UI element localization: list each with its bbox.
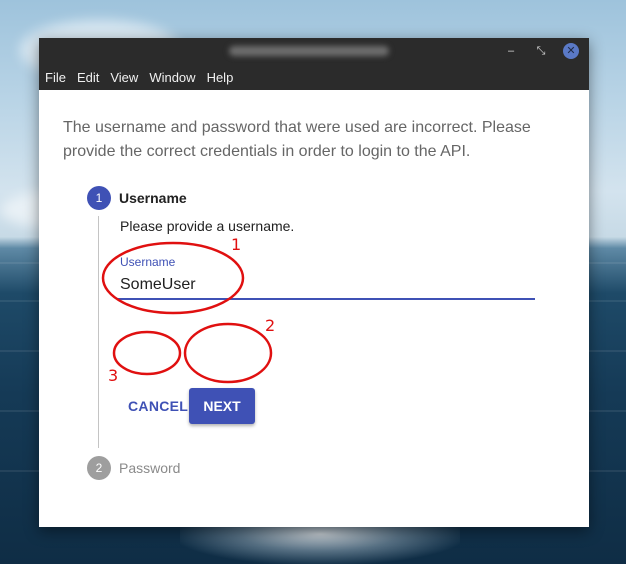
username-input[interactable] <box>117 272 535 300</box>
minimize-icon[interactable]: – <box>503 43 519 59</box>
login-dialog-window: – ⤡ ✕ File Edit View Window Help The use… <box>39 38 589 527</box>
window-controls: – ⤡ ✕ <box>503 43 579 59</box>
annotation-number-3: 3 <box>108 366 119 385</box>
window-title-redacted <box>229 46 389 56</box>
error-message: The username and password that were used… <box>63 119 531 160</box>
next-button[interactable]: NEXT <box>189 388 255 424</box>
step-1-title: Username <box>119 190 187 206</box>
step-1-description: Please provide a username. <box>120 218 295 234</box>
menu-bar: File Edit View Window Help <box>39 65 589 90</box>
menu-view[interactable]: View <box>110 70 138 85</box>
stepper-connector <box>98 216 99 448</box>
menu-file[interactable]: File <box>45 70 66 85</box>
menu-edit[interactable]: Edit <box>77 70 99 85</box>
step-2-number: 2 <box>87 456 111 480</box>
username-field-label: Username <box>120 255 176 269</box>
step-2-title: Password <box>119 460 181 476</box>
annotation-number-2: 2 <box>265 316 276 335</box>
menu-help[interactable]: Help <box>207 70 234 85</box>
close-icon[interactable]: ✕ <box>563 43 579 59</box>
window-titlebar[interactable]: – ⤡ ✕ <box>39 38 589 65</box>
step-1-number: 1 <box>87 186 111 210</box>
annotation-number-1: 1 <box>231 235 242 254</box>
cancel-button[interactable]: CANCEL <box>120 389 196 423</box>
desktop-background: – ⤡ ✕ File Edit View Window Help The use… <box>0 0 626 564</box>
maximize-icon[interactable]: ⤡ <box>533 43 549 59</box>
menu-window[interactable]: Window <box>149 70 195 85</box>
